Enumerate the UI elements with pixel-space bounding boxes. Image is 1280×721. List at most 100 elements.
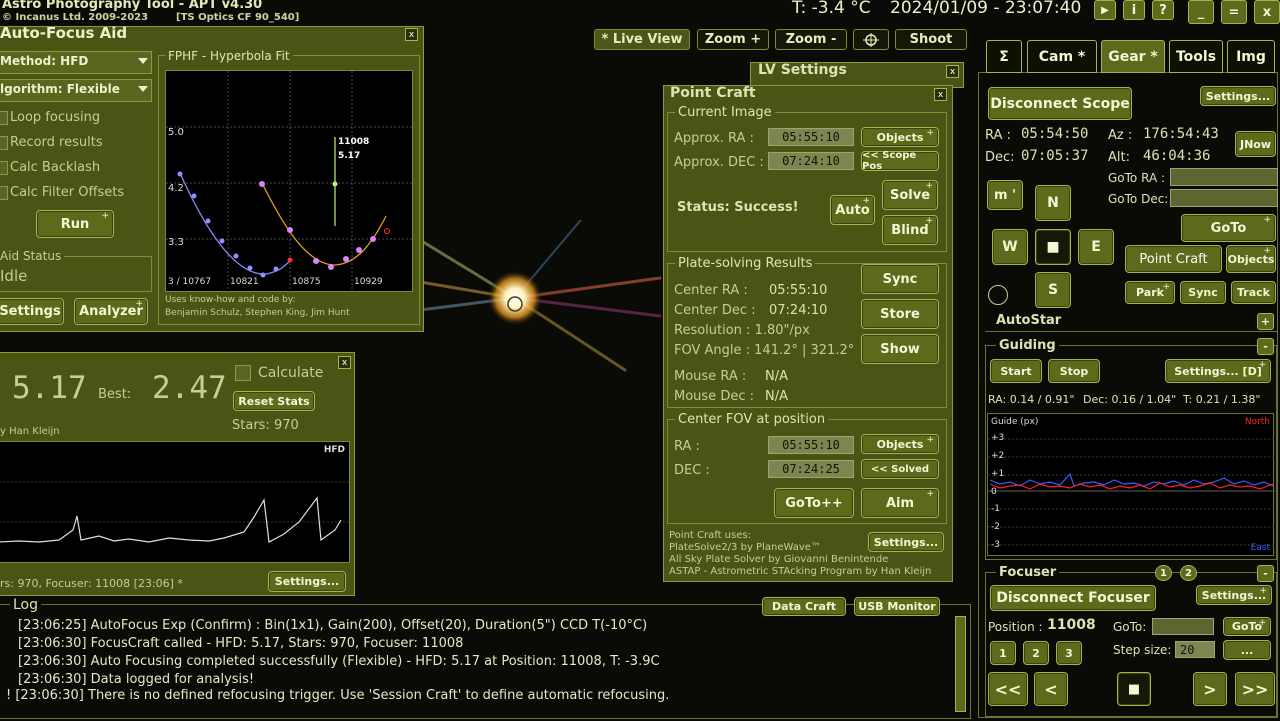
autostar-expand-button[interactable]: + xyxy=(1257,313,1274,330)
focuscraft-settings-button[interactable]: Settings... xyxy=(268,571,346,592)
close-icon[interactable]: x xyxy=(934,88,947,101)
fphf-marker-pos: 11008 xyxy=(338,137,370,147)
focuser-2-button[interactable]: 2 xyxy=(1180,565,1197,581)
disconnect-focuser-button[interactable]: Disconnect Focuser xyxy=(990,585,1156,611)
sync-button[interactable]: Sync xyxy=(861,264,939,294)
focus-stop-button[interactable]: ■ xyxy=(1117,672,1151,706)
algorithm-select-label: lgorithm: Flexible xyxy=(0,82,120,96)
zoom-in-button[interactable]: Zoom + xyxy=(697,29,769,50)
stop-slew-button[interactable]: ■ xyxy=(1035,229,1071,265)
auto-button[interactable]: Auto + xyxy=(830,195,875,225)
filter-offsets-checkbox[interactable] xyxy=(0,186,8,200)
focuser-more-button[interactable]: ... xyxy=(1223,640,1271,660)
pointcraft-settings-button[interactable]: Settings... xyxy=(868,532,944,552)
focuser-collapse-button[interactable]: - xyxy=(1257,565,1274,582)
tab-cam[interactable]: Cam * xyxy=(1027,40,1097,73)
ra-field[interactable]: 05:55:10 xyxy=(768,436,854,454)
gear-objects-button[interactable]: Objects + xyxy=(1226,245,1276,273)
point-craft-button[interactable]: Point Craft xyxy=(1125,245,1222,273)
approx-ra-field[interactable]: 05:55:10 xyxy=(768,128,854,146)
goto-dec-field[interactable] xyxy=(1170,189,1278,207)
goto-plus-button[interactable]: GoTo++ xyxy=(774,488,854,518)
tab-sigma[interactable]: Σ xyxy=(986,40,1022,73)
minimize-button[interactable]: _ xyxy=(1188,0,1214,24)
focuser-settings-button[interactable]: Settings... + xyxy=(1196,585,1272,605)
live-view-button[interactable]: * Live View xyxy=(594,29,690,50)
guide-stop-button[interactable]: Stop xyxy=(1048,359,1100,383)
blind-label: Blind xyxy=(891,222,929,238)
store-button[interactable]: Store xyxy=(861,299,939,329)
goto-button[interactable]: GoTo + xyxy=(1181,214,1276,242)
focus-out-fast-button[interactable]: >> xyxy=(1235,672,1275,706)
focus-in-fast-button[interactable]: << xyxy=(988,672,1028,706)
guide-settings-button[interactable]: Settings... [D] + xyxy=(1165,359,1271,383)
west-button[interactable]: W xyxy=(992,229,1028,265)
disconnect-scope-button[interactable]: Disconnect Scope xyxy=(988,87,1132,120)
focus-out-button[interactable]: > xyxy=(1193,672,1227,706)
analyzer-button[interactable]: Analyzer + xyxy=(74,298,148,325)
maximize-button[interactable]: = xyxy=(1221,0,1247,24)
record-checkbox[interactable] xyxy=(0,136,8,150)
scope-settings-button[interactable]: Settings... xyxy=(1200,86,1276,106)
dec-field[interactable]: 07:24:25 xyxy=(768,460,854,478)
fphf-x2: 10821 xyxy=(230,277,259,287)
fphf-graph: 5.0 4.2 3.3 3 / 10767 10821 10875 10929 … xyxy=(165,70,413,292)
autofocus-settings-button[interactable]: Settings xyxy=(0,298,64,325)
focuser-goto-field[interactable] xyxy=(1152,618,1214,635)
preset-1-button[interactable]: 1 xyxy=(990,641,1016,665)
info-icon[interactable]: i xyxy=(1123,0,1145,20)
focuser-goto-label: GoTo: xyxy=(1113,620,1147,634)
objects-button[interactable]: Objects + xyxy=(861,127,939,147)
approx-dec-field[interactable]: 07:24:10 xyxy=(768,152,854,170)
close-icon[interactable]: x xyxy=(946,65,959,78)
close-window-button[interactable]: x xyxy=(1254,0,1280,24)
north-button[interactable]: N xyxy=(1035,185,1071,221)
guiding-collapse-button[interactable]: - xyxy=(1257,338,1274,355)
scope-az-value: 176:54:43 xyxy=(1143,126,1219,142)
backlash-checkbox[interactable] xyxy=(0,161,8,175)
park-button[interactable]: Park + xyxy=(1125,281,1175,304)
close-icon[interactable]: x xyxy=(405,28,418,41)
guiding-title: Guiding xyxy=(996,338,1059,353)
focuser-goto-button[interactable]: GoTo + xyxy=(1223,617,1271,636)
tab-img[interactable]: Img xyxy=(1227,40,1275,73)
show-button[interactable]: Show xyxy=(861,334,939,364)
goto-ra-field[interactable] xyxy=(1170,168,1278,186)
solve-button[interactable]: Solve + xyxy=(882,180,938,210)
loop-checkbox[interactable] xyxy=(0,111,8,125)
help-icon[interactable]: ? xyxy=(1152,0,1174,20)
east-button[interactable]: E xyxy=(1078,229,1114,265)
tab-gear[interactable]: Gear * xyxy=(1101,40,1165,73)
step-size-field[interactable]: 20 xyxy=(1175,641,1215,658)
shoot-button[interactable]: Shoot xyxy=(895,29,967,50)
scope-sync-button[interactable]: Sync xyxy=(1180,281,1226,304)
preset-3-button[interactable]: 3 xyxy=(1056,641,1082,665)
jnow-button[interactable]: JNow xyxy=(1235,131,1276,157)
guide-stats-t: T: 0.21 / 1.38" xyxy=(1183,393,1261,406)
solved-button[interactable]: << Solved xyxy=(861,459,939,479)
mouse-dec-value: N/A xyxy=(765,389,788,404)
aid-status-label: Aid Status xyxy=(0,249,65,263)
objects-button-2[interactable]: Objects + xyxy=(861,434,939,454)
tab-tools[interactable]: Tools xyxy=(1169,40,1223,73)
scope-pos-button[interactable]: << Scope Pos xyxy=(861,150,939,172)
focus-in-button[interactable]: < xyxy=(1034,672,1068,706)
guide-start-button[interactable]: Start xyxy=(990,359,1042,383)
moon-icon[interactable] xyxy=(988,285,1008,305)
play-icon[interactable]: ▶ xyxy=(1094,0,1116,20)
focuser-1-button[interactable]: 1 xyxy=(1155,565,1172,581)
south-button[interactable]: S xyxy=(1035,272,1071,308)
close-icon[interactable]: x xyxy=(338,356,351,369)
track-button[interactable]: Track xyxy=(1231,281,1276,304)
calculate-checkbox[interactable] xyxy=(235,365,251,381)
crosshair-icon[interactable] xyxy=(853,29,889,50)
log-scrollbar[interactable] xyxy=(955,616,966,712)
reset-stats-button[interactable]: Reset Stats xyxy=(233,391,315,411)
blind-button[interactable]: Blind + xyxy=(882,215,938,245)
preset-2-button[interactable]: 2 xyxy=(1023,641,1049,665)
m-button[interactable]: m ' xyxy=(987,180,1023,210)
zoom-out-button[interactable]: Zoom - xyxy=(775,29,847,50)
aim-button[interactable]: Aim + xyxy=(861,488,939,518)
run-button[interactable]: Run + xyxy=(36,210,114,238)
autostar-title: AutoStar xyxy=(996,313,1062,328)
